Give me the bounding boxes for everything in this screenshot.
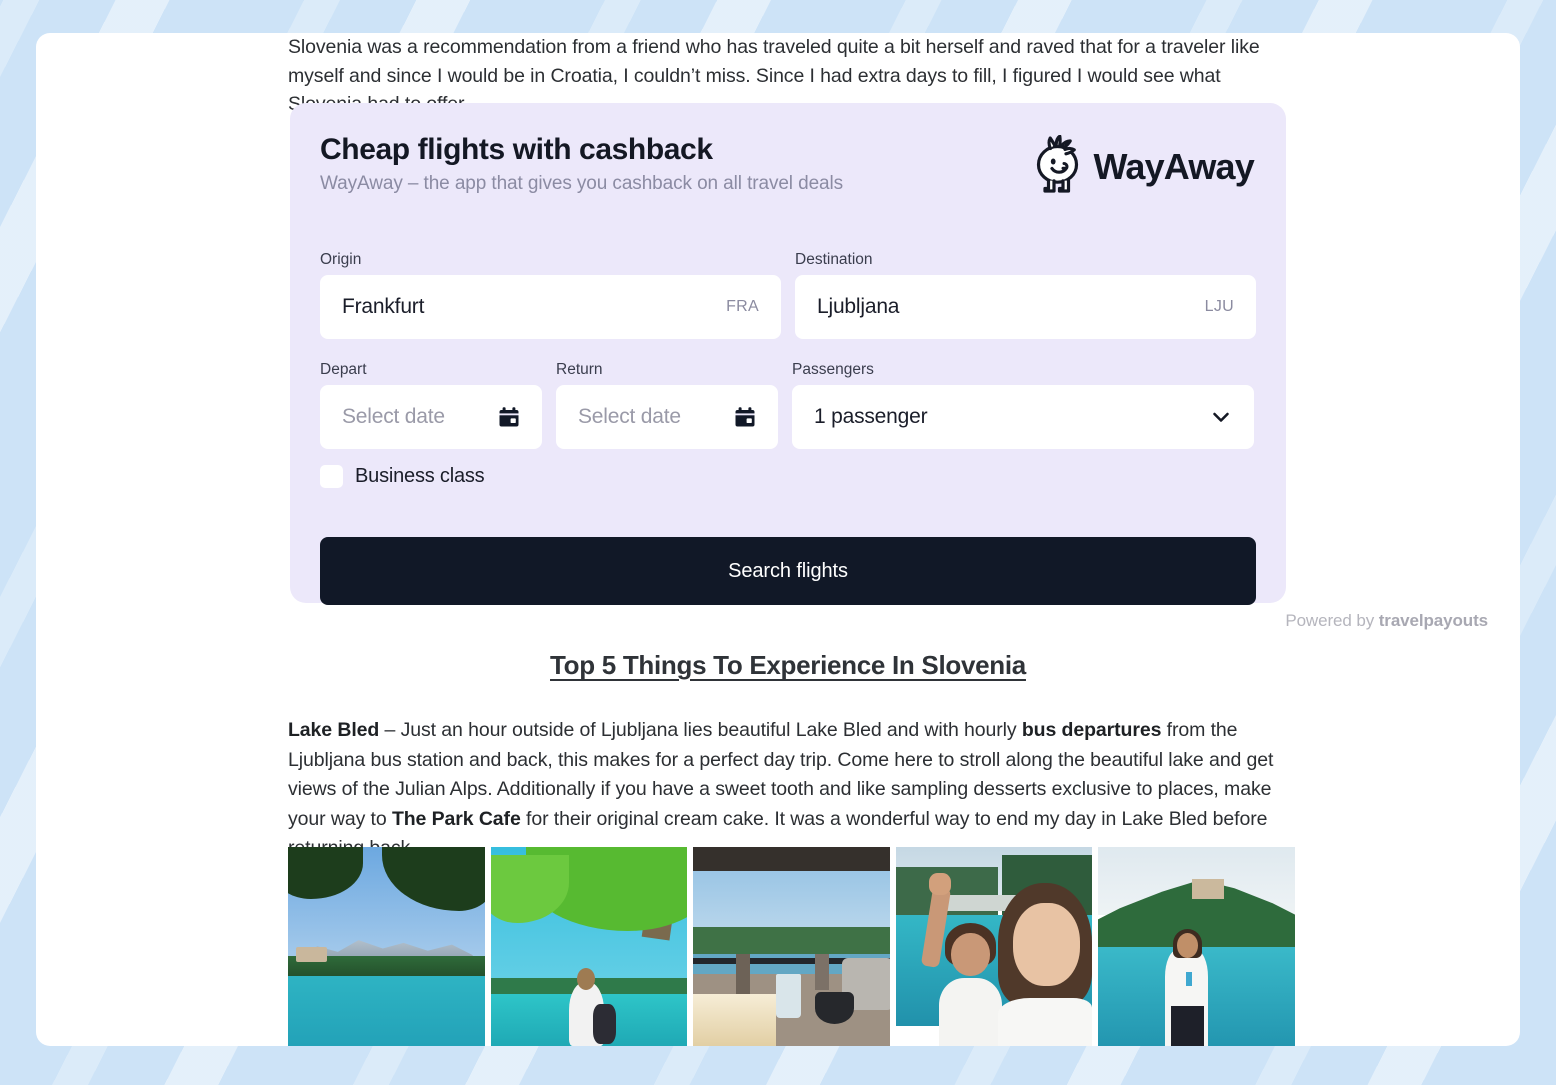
- passengers-select[interactable]: 1 passenger: [792, 385, 1254, 449]
- depart-label: Depart: [320, 361, 367, 378]
- widget-subtitle: WayAway – the app that gives you cashbac…: [320, 173, 844, 194]
- details-row: Depart Select date Return Select date Pa…: [320, 361, 1256, 449]
- return-field-group: Return Select date: [556, 361, 778, 449]
- widget-title: Cheap flights with cashback: [320, 133, 713, 166]
- destination-input[interactable]: Ljubljana LJU: [795, 275, 1256, 339]
- origin-label: Origin: [320, 251, 362, 268]
- widget-header: Cheap flights with cashback WayAway – th…: [320, 131, 1256, 213]
- powered-by-prefix: Powered by: [1285, 611, 1379, 630]
- wayaway-logo: WayAway: [1030, 134, 1255, 198]
- calendar-icon[interactable]: [734, 406, 756, 428]
- passengers-value: 1 passenger: [814, 405, 928, 428]
- photo-gallery: [288, 847, 1295, 1046]
- destination-value: Ljubljana: [817, 295, 900, 318]
- calendar-icon[interactable]: [498, 406, 520, 428]
- search-flights-button[interactable]: Search flights: [320, 537, 1256, 605]
- wayaway-mascot-icon: [1030, 134, 1084, 198]
- gallery-photo: [490, 847, 687, 1046]
- origin-airport-code: FRA: [726, 298, 759, 315]
- depart-date-value: Select date: [342, 405, 445, 428]
- depart-date-input[interactable]: Select date: [320, 385, 542, 449]
- origin-value: Frankfurt: [342, 295, 425, 318]
- destination-airport-code: LJU: [1204, 298, 1234, 315]
- park-cafe-bold: The Park Cafe: [391, 807, 521, 830]
- return-label: Return: [556, 361, 603, 378]
- depart-field-group: Depart Select date: [320, 361, 542, 449]
- locations-row: Origin Frankfurt FRA Destination Ljublja…: [320, 251, 1256, 339]
- business-class-checkbox[interactable]: [320, 465, 343, 488]
- section-heading: Top 5 Things To Experience In Slovenia: [550, 650, 1026, 680]
- origin-input[interactable]: Frankfurt FRA: [320, 275, 781, 339]
- lake-bled-lead: Lake Bled: [288, 719, 380, 741]
- lake-bled-text-1: – Just an hour outside of Ljubljana lies…: [379, 719, 1022, 741]
- widget-heading-group: Cheap flights with cashback WayAway – th…: [320, 131, 843, 199]
- business-class-row[interactable]: Business class: [320, 465, 485, 488]
- return-date-value: Select date: [578, 405, 681, 428]
- gallery-photo: [1098, 847, 1295, 1046]
- chevron-down-icon[interactable]: [1210, 406, 1232, 428]
- lake-bled-paragraph: Lake Bled – Just an hour outside of Ljub…: [288, 716, 1288, 864]
- powered-by-travelpayouts: Powered by travelpayouts: [1285, 611, 1488, 631]
- article-card: Slovenia was a recommendation from a fri…: [36, 33, 1520, 1046]
- wayaway-flight-search-widget: Cheap flights with cashback WayAway – th…: [290, 103, 1286, 605]
- gallery-photo: [288, 847, 485, 1046]
- origin-field-group: Origin Frankfurt FRA: [320, 251, 781, 339]
- business-class-label: Business class: [355, 465, 485, 487]
- destination-field-group: Destination Ljubljana LJU: [795, 251, 1256, 339]
- gallery-photo: [895, 847, 1092, 1046]
- return-date-input[interactable]: Select date: [556, 385, 778, 449]
- passengers-field-group: Passengers 1 passenger: [792, 361, 1254, 449]
- destination-label: Destination: [795, 251, 873, 268]
- bus-departures-bold: bus departures: [1021, 719, 1162, 741]
- travelpayouts-brand: travelpayouts: [1378, 611, 1488, 630]
- passengers-label: Passengers: [792, 361, 874, 378]
- gallery-photo: [693, 847, 890, 1046]
- wayaway-wordmark: WayAway: [1093, 145, 1255, 187]
